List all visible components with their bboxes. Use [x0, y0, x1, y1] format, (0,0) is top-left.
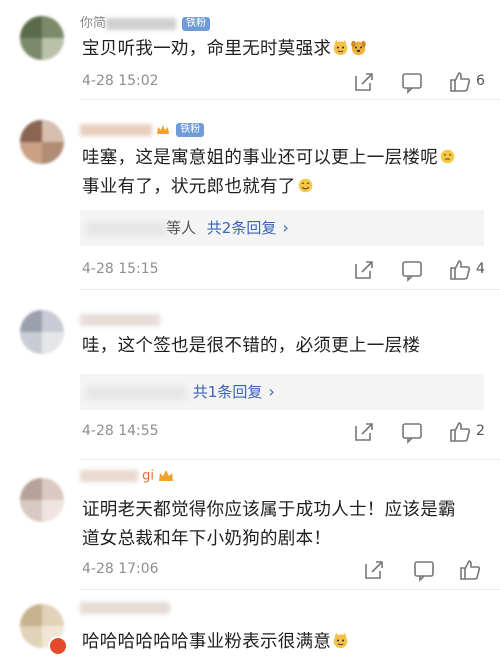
timestamp: 4-28 14:55: [82, 423, 159, 439]
blurred-username: [80, 123, 152, 136]
timestamp: 4-28 15:15: [82, 261, 159, 277]
reply-count-link[interactable]: 共1条回复: [193, 383, 263, 401]
fan-badge: 铁粉: [176, 122, 205, 137]
blurred-username: [106, 17, 177, 30]
comment-item: 铁粉 哇塞，这是寓意姐的事业还可以更上一层楼呢 事业有了，状元郎也就有了 等人 …: [0, 100, 500, 290]
chevron-right-icon: ›: [268, 382, 275, 401]
username[interactable]: [80, 600, 170, 618]
crown-icon: [159, 470, 174, 481]
verified-badge-icon: [48, 636, 68, 656]
username[interactable]: [80, 312, 160, 330]
comment-meta: 4-28 14:55 2: [82, 420, 485, 444]
comment-text: 哇塞，这是寓意姐的事业还可以更上一层楼呢 事业有了，状元郎也就有了: [82, 144, 482, 202]
comment-text: 证明老天都觉得你应该属于成功人士！应该是霸 道女总裁和年下小奶狗的剧本！: [82, 496, 482, 554]
avatar[interactable]: [20, 478, 64, 522]
comment-text: 哈哈哈哈哈哈事业粉表示很满意: [82, 628, 482, 657]
comment-item: 哇，这个签也是很不错的，必须更上一层楼 共1条回复 › 4-28 14:55 2: [0, 290, 500, 460]
share-icon[interactable]: [352, 70, 376, 94]
comment-text-content: 宝贝听我一劝，命里无时莫强求: [82, 39, 332, 59]
smile-emoji-icon: [298, 178, 312, 193]
comment-meta: 4-28 17:06: [82, 558, 484, 582]
reply-summary[interactable]: 等人 共2条回复 ›: [80, 210, 484, 246]
username[interactable]: gi: [80, 468, 174, 486]
username-text: gi: [142, 468, 155, 484]
username[interactable]: 铁粉: [80, 122, 205, 140]
blurred-replier: [86, 221, 166, 236]
comment-icon[interactable]: [400, 420, 424, 444]
username-text: 你简: [80, 16, 107, 31]
like-count: 4: [476, 261, 485, 277]
cat-emoji-icon: [333, 39, 348, 56]
crown-icon: [157, 124, 170, 134]
reply-prefix: 等人: [166, 219, 197, 237]
comment-text-line: 事业有了，状元郎也就有了: [82, 177, 296, 197]
thumbs-up-icon[interactable]: [448, 420, 472, 444]
comment-icon[interactable]: [400, 258, 424, 282]
share-icon[interactable]: [352, 258, 376, 282]
comment-icon[interactable]: [400, 70, 424, 94]
blurred-username: [80, 313, 160, 326]
comment-item: 哈哈哈哈哈哈事业粉表示很满意: [0, 590, 500, 671]
comment-text-content: 哇，这个签也是很不错的，必须更上一层楼: [82, 336, 421, 356]
username[interactable]: 你简 铁粉: [80, 12, 211, 31]
blurred-username: [80, 601, 170, 614]
share-icon[interactable]: [362, 558, 386, 582]
comment-meta: 4-28 15:02 6: [82, 70, 485, 94]
avatar[interactable]: [20, 310, 64, 354]
timestamp: 4-28 15:02: [82, 73, 159, 89]
dog-emoji-icon: [351, 40, 366, 56]
thumbs-up-icon[interactable]: [448, 258, 472, 282]
timestamp: 4-28 17:06: [82, 561, 159, 577]
reply-count-link[interactable]: 共2条回复: [207, 219, 277, 237]
fan-badge: 铁粉: [182, 16, 211, 31]
share-icon[interactable]: [352, 420, 376, 444]
like-count: 6: [476, 73, 485, 89]
reply-summary[interactable]: 共1条回复 ›: [80, 374, 484, 410]
cat-emoji-icon: [333, 632, 348, 649]
chevron-right-icon: ›: [282, 218, 289, 237]
comment-item: gi 证明老天都觉得你应该属于成功人士！应该是霸 道女总裁和年下小奶狗的剧本！ …: [0, 460, 500, 590]
avatar[interactable]: [20, 16, 64, 60]
comment-icon[interactable]: [412, 558, 436, 582]
comment-text-line: 道女总裁和年下小奶狗的剧本！: [82, 529, 332, 549]
blurred-username: [80, 470, 138, 482]
comment-text-content: 哈哈哈哈哈哈事业粉表示很满意: [82, 632, 332, 652]
thinking-emoji-icon: [440, 149, 455, 164]
blurred-replier: [86, 385, 186, 400]
comment-meta: 4-28 15:15 4: [82, 258, 485, 282]
comment-text: 哇，这个签也是很不错的，必须更上一层楼: [82, 332, 482, 361]
comment-text-line: 证明老天都觉得你应该属于成功人士！应该是霸: [82, 500, 456, 520]
comment-item: 你简 铁粉 宝贝听我一劝，命里无时莫强求 4-28 15:02 6: [0, 0, 500, 100]
thumbs-up-icon[interactable]: [458, 558, 482, 582]
comment-text-line: 哇塞，这是寓意姐的事业还可以更上一层楼呢: [82, 148, 438, 168]
like-count: 2: [476, 423, 485, 439]
comment-text: 宝贝听我一劝，命里无时莫强求: [82, 35, 482, 64]
avatar[interactable]: [20, 120, 64, 164]
thumbs-up-icon[interactable]: [448, 70, 472, 94]
